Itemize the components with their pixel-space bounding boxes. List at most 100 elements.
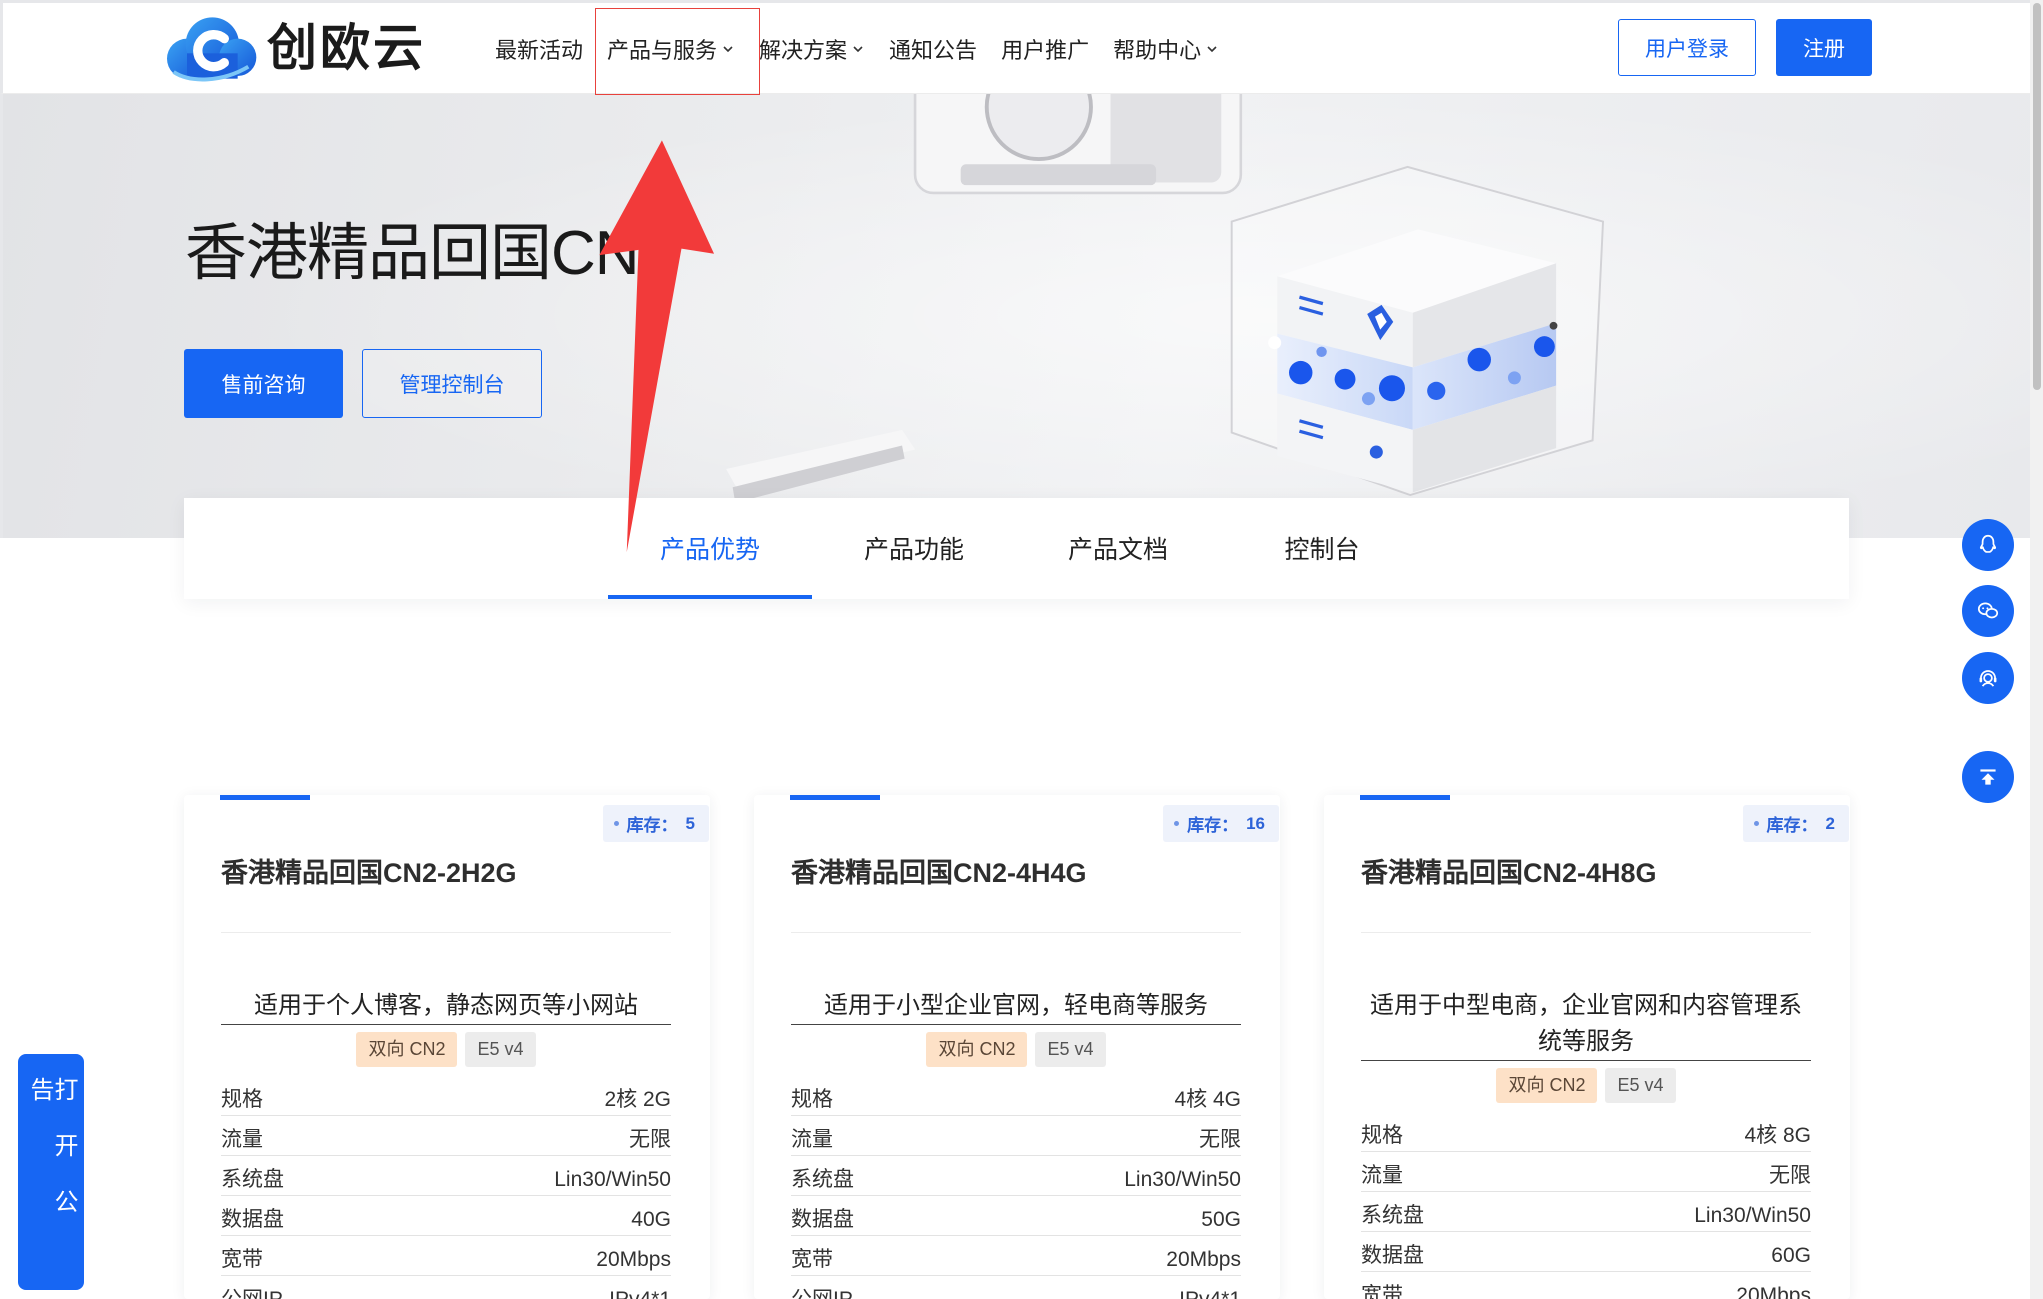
customer-service-icon	[1979, 670, 1997, 687]
login-button[interactable]: 用户登录	[1618, 19, 1756, 76]
spec-label: 数据盘	[791, 1208, 854, 1231]
spec-list: 规格 4核 8G 流量 无限 系统盘 Lin30/Win50 数据盘 60G 宽带 20M…	[1361, 1112, 1811, 1299]
tab-label: 控制台	[1284, 536, 1360, 564]
stock-label: 库存：	[1766, 816, 1818, 835]
spec-value: Lin30/Win50	[554, 1168, 671, 1191]
stock-count: 16	[1246, 813, 1265, 833]
spec-row: 宽带 20Mbps	[221, 1236, 671, 1276]
spec-row: 规格 2核 2G	[221, 1076, 671, 1116]
stock-count: 5	[685, 813, 695, 833]
spec-row: 公网IP IPv4*1	[221, 1276, 671, 1299]
dot-icon	[1174, 821, 1180, 826]
divider	[221, 932, 671, 933]
spec-value: 20Mbps	[596, 1248, 671, 1271]
spec-row: 系统盘 Lin30/Win50	[221, 1156, 671, 1196]
spec-value: 无限	[1769, 1164, 1811, 1187]
spec-row: 流量 无限	[221, 1116, 671, 1156]
stock-label: 库存：	[1187, 816, 1239, 835]
tag-cpu: E5 v4	[465, 1032, 536, 1067]
background-device-shape	[913, 94, 1243, 195]
nav-item-products-services[interactable]: 产品与服务	[607, 33, 735, 65]
spec-label: 数据盘	[221, 1208, 284, 1231]
chevron-down-icon	[723, 45, 733, 52]
spec-label: 宽带	[1361, 1284, 1403, 1299]
nav-label: 解决方案	[759, 37, 848, 63]
tab-product-docs[interactable]: 产品文档	[1016, 498, 1220, 599]
tag-list: 双向 CN2 E5 v4	[221, 1032, 671, 1067]
spec-value: 2核 2G	[604, 1088, 671, 1111]
server-cube-illustration	[1230, 165, 1605, 497]
management-console-button[interactable]: 管理控制台	[362, 349, 542, 418]
spec-row: 系统盘 Lin30/Win50	[1361, 1192, 1811, 1232]
nav-label: 产品与服务	[607, 37, 718, 63]
tab-product-features[interactable]: 产品功能	[812, 498, 1016, 599]
spec-row: 公网IP IPv4*1	[791, 1276, 1241, 1299]
hero-illustration	[3, 94, 2030, 538]
chevron-down-icon	[1207, 45, 1217, 52]
back-to-top-button[interactable]	[1962, 751, 2014, 803]
product-card: 库存： 2 香港精品回国CN2-4H8G 适用于中型电商，企业官网和内容管理系统…	[1324, 795, 1850, 1299]
product-card: 库存： 5 香港精品回国CN2-2H2G 适用于个人博客，静态网页等小网站 双向…	[184, 795, 710, 1299]
spec-row: 规格 4核 8G	[1361, 1112, 1811, 1152]
nav-label: 帮助中心	[1113, 37, 1202, 63]
nav-item-announcements[interactable]: 通知公告	[889, 33, 977, 65]
qq-contact-button[interactable]	[1962, 519, 2014, 571]
card-accent-bar	[220, 795, 310, 800]
nav-label: 用户推广	[1001, 37, 1090, 63]
product-description: 适用于个人博客，静态网页等小网站	[221, 988, 671, 1025]
spec-row: 系统盘 Lin30/Win50	[791, 1156, 1241, 1196]
stock-badge: 库存： 16	[1163, 805, 1279, 842]
dot-icon	[1753, 821, 1759, 826]
scrollbar-thumb[interactable]	[2033, 3, 2041, 390]
spec-value: 无限	[629, 1128, 671, 1151]
nav-item-latest-events[interactable]: 最新活动	[495, 33, 583, 65]
tab-product-advantages[interactable]: 产品优势	[608, 498, 812, 599]
logo[interactable]: 创欧云	[163, 13, 426, 83]
product-title: 香港精品回国CN2-4H4G	[791, 858, 1087, 888]
spec-list: 规格 4核 4G 流量 无限 系统盘 Lin30/Win50 数据盘 50G 宽带 20M…	[791, 1076, 1241, 1299]
announcement-label: 打开公告	[26, 1077, 77, 1245]
nav-item-help-center[interactable]: 帮助中心	[1113, 33, 1219, 65]
spec-label: 宽带	[791, 1248, 833, 1271]
product-title: 香港精品回国CN2-4H8G	[1361, 858, 1657, 888]
tag-cn2: 双向 CN2	[926, 1032, 1028, 1067]
hero-title: 香港精品回国CN	[185, 219, 640, 288]
register-button[interactable]: 注册	[1776, 19, 1872, 76]
tag-list: 双向 CN2 E5 v4	[791, 1032, 1241, 1067]
tab-label: 产品文档	[1067, 536, 1168, 564]
page-scrollbar[interactable]	[2030, 0, 2043, 1299]
presales-consult-button[interactable]: 售前咨询	[184, 349, 343, 418]
wechat-contact-button[interactable]	[1962, 585, 2014, 637]
active-tab-indicator	[608, 595, 812, 599]
main-nav: 最新活动 产品与服务 解决方案 通知公告 用户推广 帮助中心	[495, 3, 1219, 94]
spec-value: 4核 8G	[1744, 1124, 1811, 1147]
tag-list: 双向 CN2 E5 v4	[1361, 1068, 1811, 1103]
open-announcement-button[interactable]: 打开公告	[18, 1054, 84, 1290]
spec-label: 流量	[221, 1128, 263, 1151]
qq-icon	[1979, 534, 1997, 553]
spec-value: 50G	[1201, 1208, 1241, 1231]
spec-row: 流量 无限	[1361, 1152, 1811, 1192]
spec-value: 20Mbps	[1166, 1248, 1241, 1271]
nav-item-solutions[interactable]: 解决方案	[759, 33, 865, 65]
spec-value: IPv4*1	[1179, 1285, 1241, 1299]
stock-label: 库存：	[626, 816, 678, 835]
nav-item-user-promotion[interactable]: 用户推广	[1001, 33, 1089, 65]
tab-console[interactable]: 控制台	[1220, 498, 1424, 599]
card-accent-bar	[1360, 795, 1450, 800]
spec-row: 数据盘 50G	[791, 1196, 1241, 1236]
spec-label: 公网IP	[221, 1285, 283, 1299]
nav-label: 最新活动	[495, 37, 584, 63]
spec-label: 系统盘	[1361, 1204, 1424, 1227]
spec-row: 流量 无限	[791, 1116, 1241, 1156]
spec-label: 流量	[791, 1128, 833, 1151]
customer-service-button[interactable]	[1962, 652, 2014, 704]
spec-value: 20Mbps	[1736, 1284, 1811, 1299]
spec-label: 系统盘	[221, 1168, 284, 1191]
spec-label: 规格	[791, 1088, 833, 1111]
top-header: 创欧云 最新活动 产品与服务 解决方案 通知公告 用户推广 帮助中心 用户登录 …	[0, 0, 2030, 94]
spec-value: Lin30/Win50	[1124, 1168, 1241, 1191]
spec-value: 40G	[631, 1208, 671, 1231]
dot-icon	[613, 821, 619, 826]
product-title: 香港精品回国CN2-2H2G	[221, 858, 517, 888]
